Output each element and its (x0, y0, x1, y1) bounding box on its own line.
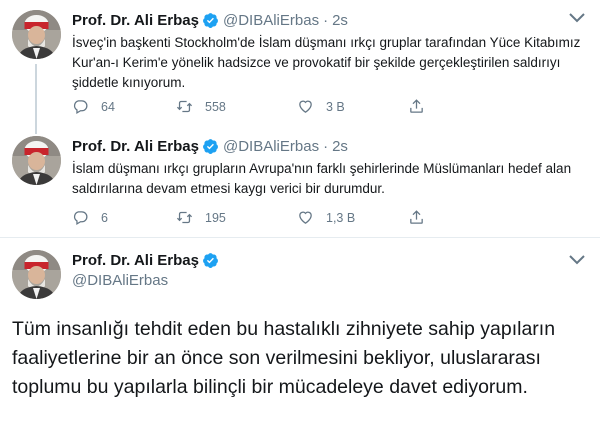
tweet-header: Prof. Dr. Ali Erbaş @DIBAliErbas (72, 252, 223, 289)
thread-line (35, 126, 37, 134)
display-name[interactable]: Prof. Dr. Ali Erbaş (72, 252, 199, 269)
user-handle[interactable]: @DIBAliErbas (223, 138, 319, 155)
timestamp[interactable]: 2s (332, 138, 348, 155)
tweet-actions: 6 195 1,3 B (72, 209, 542, 227)
like-count: 3 B (326, 99, 345, 114)
focused-tweet[interactable]: Prof. Dr. Ali Erbaş @DIBAliErbas Tüm ins… (0, 238, 600, 435)
display-name[interactable]: Prof. Dr. Ali Erbaş (72, 138, 199, 155)
avatar[interactable] (12, 136, 61, 185)
tweet-text: İsveç'in başkenti Stockholm'de İslam düş… (72, 35, 581, 90)
retweet-icon (176, 100, 193, 113)
user-handle[interactable]: @DIBAliErbas (72, 272, 223, 289)
reply-button[interactable]: 6 (72, 209, 108, 226)
tweet-header: Prof. Dr. Ali Erbaş @DIBAliErbas · 2s (72, 137, 348, 155)
retweet-count: 195 (205, 210, 226, 225)
verified-badge-icon (203, 138, 218, 154)
retweet-button[interactable]: 195 (176, 209, 226, 226)
retweet-count: 558 (205, 99, 226, 114)
like-button[interactable]: 1,3 B (297, 209, 355, 226)
avatar[interactable] (12, 250, 61, 299)
tweet-text: Tüm insanlığı tehdit eden bu hastalıklı … (12, 318, 556, 398)
share-icon (410, 99, 423, 113)
reply-count: 64 (101, 99, 115, 114)
tweet[interactable]: Prof. Dr. Ali Erbaş @DIBAliErbas · 2s İs… (0, 0, 600, 126)
tweet-header: Prof. Dr. Ali Erbaş @DIBAliErbas · 2s (72, 11, 348, 29)
like-button[interactable]: 3 B (297, 98, 345, 115)
reply-button[interactable]: 64 (72, 98, 115, 115)
chevron-down-icon[interactable] (568, 12, 586, 24)
reply-icon (73, 100, 88, 115)
chevron-down-icon[interactable] (568, 254, 586, 266)
reply-icon (73, 211, 88, 226)
separator-dot: · (323, 137, 329, 155)
thread-line (35, 64, 37, 126)
retweet-icon (176, 211, 193, 224)
reply-count: 6 (101, 210, 108, 225)
timestamp[interactable]: 2s (332, 12, 348, 29)
heart-icon (299, 211, 312, 224)
share-button[interactable] (408, 209, 437, 226)
tweet[interactable]: Prof. Dr. Ali Erbaş @DIBAliErbas · 2s İs… (0, 126, 600, 238)
tweet-text: İslam düşmanı ırkçı grupların Avrupa'nın… (72, 161, 572, 196)
user-handle[interactable]: @DIBAliErbas (223, 12, 319, 29)
share-icon (410, 210, 423, 224)
verified-badge-icon (203, 253, 218, 268)
like-count: 1,3 B (326, 210, 356, 225)
verified-badge-icon (203, 12, 218, 28)
heart-icon (299, 100, 312, 113)
tweet-actions: 64 558 3 B (72, 98, 542, 116)
share-button[interactable] (408, 98, 437, 115)
retweet-button[interactable]: 558 (176, 98, 226, 115)
display-name[interactable]: Prof. Dr. Ali Erbaş (72, 12, 199, 29)
separator-dot: · (323, 11, 329, 29)
avatar[interactable] (12, 10, 61, 59)
